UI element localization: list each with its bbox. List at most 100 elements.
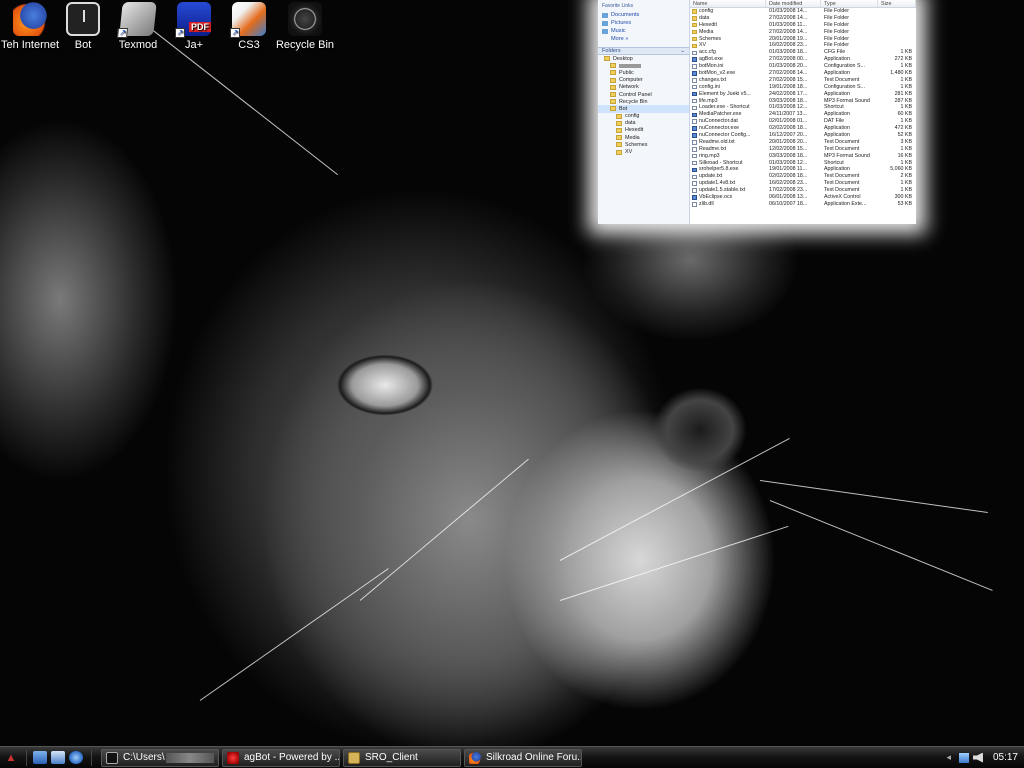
tree-item[interactable]: data — [598, 120, 689, 127]
file-row[interactable]: update.txt 02/02/2008 18... Text Document 2… — [690, 173, 916, 180]
file-name-cell: zlib.dll — [690, 201, 766, 208]
file-row[interactable]: XV 16/02/2008 23... File Folder — [690, 42, 916, 49]
file-row[interactable]: nuConnector.dat 02/01/2008 01... DAT File 1… — [690, 118, 916, 125]
file-row[interactable]: acc.cfg 01/03/2008 18... CFG File 1 KB — [690, 49, 916, 56]
tree-item[interactable]: Schemes — [598, 141, 689, 148]
network-icon[interactable] — [958, 752, 969, 763]
start-button[interactable]: ▲ — [0, 747, 22, 768]
desktop-icon-bot[interactable]: Bot — [53, 2, 113, 51]
file-row[interactable]: botMon_v2.exe 27/02/2008 14... Application… — [690, 70, 916, 77]
application-icon — [692, 126, 697, 131]
desktop-icon-cs3[interactable]: ↗ CS3 — [219, 2, 279, 51]
chevron-icon[interactable]: ◂ — [946, 752, 951, 763]
file-icon — [692, 174, 697, 180]
desktop-icon-ja-plus[interactable]: PDF ↗ Ja+ — [164, 2, 224, 51]
folders-toggle[interactable]: Folders ⌄ — [598, 47, 689, 55]
folder-icon — [616, 113, 622, 119]
show-desktop-icon[interactable] — [33, 751, 47, 764]
file-size-cell — [878, 8, 916, 15]
file-date-cell: 24/11/2007 13... — [769, 111, 807, 118]
file-row[interactable]: update1.4v8.txt 16/02/2008 23... Text Docu… — [690, 180, 916, 187]
tree-item[interactable]: XV — [598, 148, 689, 155]
tree-item[interactable]: Public — [598, 69, 689, 76]
favorite-link-label: Pictures — [611, 20, 632, 26]
desktop-icon-teh-internet[interactable]: Teh Internet — [0, 2, 60, 51]
file-row[interactable]: srohelper5.8.exe 19/01/2008 11... Applicat… — [690, 166, 916, 173]
file-row[interactable]: config.ini 19/01/2008 18... Configuration … — [690, 84, 916, 91]
favorite-link-documents[interactable]: Documents — [598, 11, 689, 19]
file-name: Schemes — [699, 35, 722, 42]
file-row[interactable]: data 27/02/2008 14... File Folder — [690, 15, 916, 22]
file-row[interactable]: MediaPatcher.exe 24/11/2007 13... Applicat… — [690, 111, 916, 118]
file-row[interactable]: Schemes 20/01/2008 19... File Folder — [690, 36, 916, 43]
file-row[interactable]: nuConnector.exe 02/02/2008 18... Applicati… — [690, 125, 916, 132]
tree-item[interactable]: Control Panel — [598, 91, 689, 98]
column-header-date-modified[interactable]: Date modified — [766, 0, 821, 7]
column-header-type[interactable]: Type — [821, 0, 878, 7]
tree-item[interactable]: Bot — [598, 105, 689, 113]
file-row[interactable]: update1.5.stable.txt 17/02/2008 23... Text… — [690, 187, 916, 194]
file-name: agBot.exe — [699, 56, 723, 63]
file-icon — [692, 160, 697, 166]
desktop-icon-recycle-bin[interactable]: Recycle Bin — [275, 2, 335, 51]
folder-tree[interactable]: Desktop Public Computer Network Control Pane… — [598, 55, 689, 156]
file-row[interactable]: Element by Jueki v5... 24/02/2008 17... Ap… — [690, 91, 916, 98]
favorite-link-music[interactable]: Music — [598, 27, 689, 35]
file-row[interactable]: Silkroad - Shortcut 01/03/2008 12... Short… — [690, 160, 916, 167]
navigation-pane[interactable]: Favorite Links Documents Pictures Music … — [598, 0, 690, 224]
tree-item[interactable]: Recycle Bin — [598, 98, 689, 105]
task-button-silkroad-forum[interactable]: Silkroad Online Foru... — [464, 748, 582, 767]
desktop-icon-texmod[interactable]: ↗ Texmod — [108, 2, 168, 51]
file-row[interactable]: agBot.exe 27/02/2008 00... Application 272 … — [690, 56, 916, 63]
tree-item[interactable]: Media — [598, 134, 689, 141]
file-row[interactable]: life.mp3 03/03/2008 18... MP3 Format Sound… — [690, 98, 916, 105]
file-row[interactable]: VbEclipse.ocx 06/01/2008 13... ActiveX Con… — [690, 194, 916, 201]
file-size-cell: 1 KB — [900, 76, 912, 83]
file-row[interactable]: config 01/03/2008 14... File Folder — [690, 8, 916, 15]
file-row[interactable]: Media 27/02/2008 14... File Folder — [690, 29, 916, 36]
tree-item[interactable]: Desktop — [598, 55, 689, 62]
file-row[interactable]: nuConnector Config... 16/12/2007 20... App… — [690, 132, 916, 139]
file-row[interactable]: ring.mp3 03/03/2008 18... MP3 Format Sound… — [690, 153, 916, 160]
switch-windows-icon[interactable] — [51, 751, 65, 764]
volume-icon[interactable] — [972, 752, 983, 763]
file-row[interactable]: Readme.old.txt 20/01/2008 20... Text Docum… — [690, 139, 916, 146]
whisker-line — [559, 437, 790, 561]
tree-item[interactable]: Hexedit — [598, 127, 689, 134]
desktop-icon-label: Recycle Bin — [275, 39, 335, 51]
file-name: data — [699, 14, 710, 21]
file-name: MediaPatcher.exe — [699, 111, 742, 118]
explorer-window[interactable]: Favorite Links Documents Pictures Music … — [598, 0, 916, 224]
file-row[interactable]: botMon.ini 01/03/2008 20... Configuration … — [690, 63, 916, 70]
tree-item[interactable]: Network — [598, 84, 689, 91]
tree-item[interactable]: Computer — [598, 77, 689, 84]
file-row[interactable]: Loader.exe - Shortcut 01/03/2008 12... Sho… — [690, 104, 916, 111]
file-icon — [692, 188, 697, 193]
folder-icon — [610, 92, 616, 98]
file-row[interactable]: Readme.txt 12/02/2008 15... Text Document 1… — [690, 146, 916, 153]
folder-icon — [616, 127, 622, 133]
favorite-link-more[interactable]: More » — [598, 35, 689, 43]
task-button-label: C:\Users\ — [123, 752, 165, 763]
task-button-sro-client[interactable]: SRO_Client — [343, 748, 461, 767]
file-row[interactable]: Hexedit 01/03/2008 11... File Folder — [690, 22, 916, 29]
file-size-cell: 300 KB — [894, 194, 912, 201]
clock[interactable]: 05:17 — [993, 752, 1018, 763]
file-size-cell: 1,480 KB — [890, 70, 912, 77]
column-header-size[interactable]: Size — [878, 0, 916, 7]
internet-explorer-icon[interactable] — [69, 751, 83, 764]
tree-item[interactable]: config — [598, 113, 689, 120]
favorite-link-pictures[interactable]: Pictures — [598, 19, 689, 27]
file-list[interactable]: config 01/03/2008 14... File Folder data 27/… — [690, 8, 916, 208]
shortcut-arrow-icon: ↗ — [175, 28, 185, 38]
file-row[interactable]: changes.txt 27/02/2008 15... Text Document… — [690, 77, 916, 84]
task-button-command-prompt[interactable]: C:\Users\ — [101, 748, 219, 767]
column-header-name[interactable]: Name — [690, 0, 766, 7]
start-orb-icon: ▲ — [5, 751, 17, 764]
whisker-line — [199, 568, 389, 701]
file-list-pane[interactable]: Name Date modified Type Size config 01/03… — [690, 0, 916, 224]
tree-item[interactable] — [598, 62, 689, 69]
whisker-line — [759, 480, 988, 514]
file-row[interactable]: zlib.dll 06/10/2007 18... Application Exte… — [690, 201, 916, 208]
task-button-agbot[interactable]: agBot - Powered by ... — [222, 748, 340, 767]
